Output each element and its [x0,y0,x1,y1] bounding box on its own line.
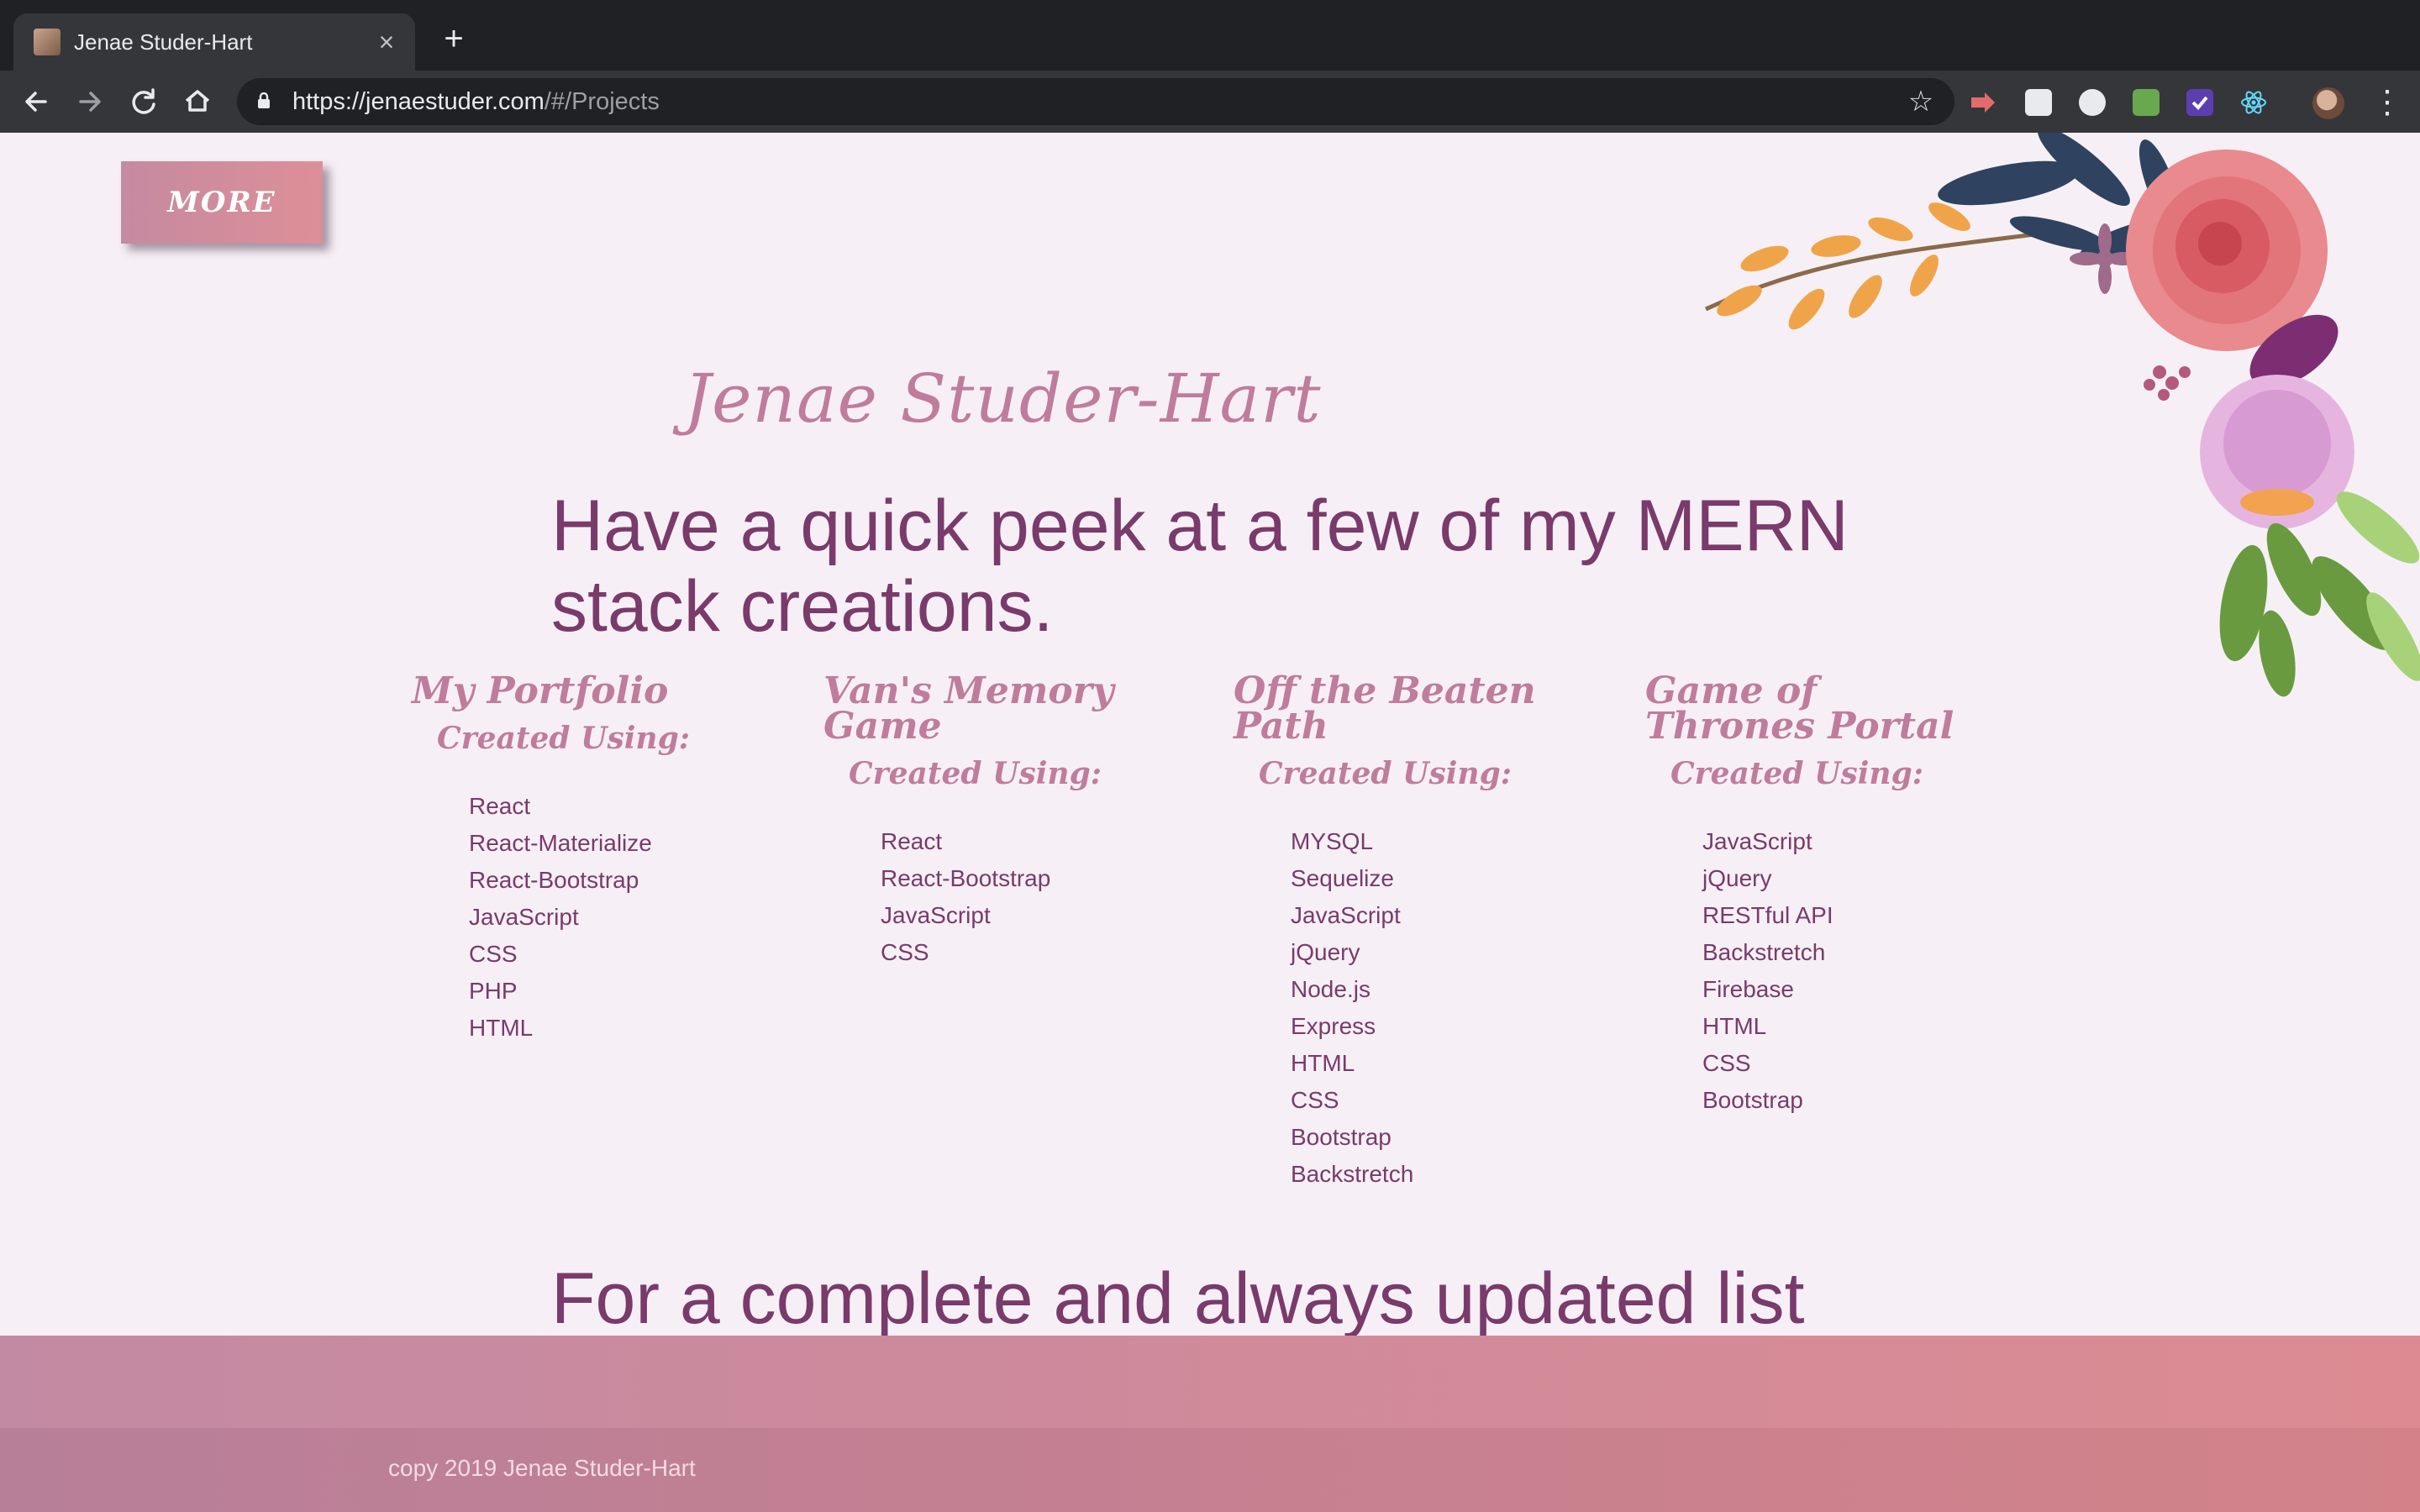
page-headline: Have a quick peek at a few of my MERN st… [551,486,1849,647]
favicon-icon [34,29,60,55]
project-title[interactable]: Van's Memory Game [823,673,1218,745]
copyright-text: copy 2019 Jenae Studer-Hart [388,1455,696,1481]
tech-item: JavaScript [881,902,991,928]
extension-page-icon[interactable] [2025,89,2052,116]
tech-item: CSS [881,939,929,965]
browser-toolbar: https://jenaestuder.com/#/Projects ☆ ⋮ [0,71,2420,133]
new-tab-button[interactable]: + [437,22,471,55]
extension-arrow-icon[interactable] [1970,89,1996,116]
address-bar[interactable]: https://jenaestuder.com/#/Projects ☆ [237,78,1954,125]
profile-avatar[interactable] [2312,87,2344,119]
created-using-label: Created Using: [1259,756,1512,791]
tech-item: jQuery [1702,865,1772,891]
footer-band [0,1336,2420,1428]
tech-item: Node.js [1291,976,1370,1002]
more-button[interactable]: MORE [121,161,323,244]
url-host: https://jenaestuder.com [292,88,544,115]
tech-item: React-Bootstrap [881,865,1051,891]
tech-list: React React-Materialize React-Bootstrap … [469,788,807,1047]
tech-list: JavaScript jQuery RESTful API Backstretc… [1702,823,1981,1119]
created-using-label: Created Using: [437,721,691,756]
tech-item: JavaScript [1291,902,1401,928]
project-card: Van's Memory Game Created Using: React R… [823,673,1218,971]
extension-circle-icon[interactable] [2079,89,2106,116]
browser-tab-strip: Jenae Studer-Hart × + [0,0,2420,71]
project-card: Off the Beaten Path Created Using: MYSQL… [1234,673,1628,1193]
reload-icon[interactable] [124,82,163,121]
back-icon[interactable] [17,82,55,121]
home-icon[interactable] [178,82,217,121]
project-title[interactable]: Off the Beaten Path [1234,673,1628,745]
tech-item: jQuery [1291,939,1360,965]
lock-icon [258,92,270,108]
project-card: Game of Thrones Portal Created Using: Ja… [1645,673,1981,1119]
tech-item: Bootstrap [1291,1124,1392,1150]
tech-item: HTML [469,1015,534,1041]
created-using-label: Created Using: [1670,756,1924,791]
footer [0,1428,2420,1512]
url-text: https://jenaestuder.com/#/Projects [292,88,660,115]
tech-item: JavaScript [1702,828,1812,854]
tech-item: React [469,793,531,819]
tech-item: JavaScript [469,904,579,930]
url-path: /#/Projects [544,88,660,115]
tech-item: HTML [1291,1050,1355,1076]
menu-kebab-icon[interactable]: ⋮ [2371,84,2403,121]
tech-item: React [881,828,943,854]
tech-item: PHP [469,978,518,1004]
tech-item: HTML [1702,1013,1767,1039]
tech-item: React-Bootstrap [469,867,639,893]
project-title[interactable]: My Portfolio [412,673,807,710]
tech-item: CSS [469,941,518,967]
bookmark-star-icon[interactable]: ☆ [1904,85,1938,118]
tech-list: MYSQL Sequelize JavaScript jQuery Node.j… [1291,823,1628,1193]
tech-item: CSS [1702,1050,1751,1076]
extension-check-icon[interactable] [2186,89,2213,116]
complete-list-heading: For a complete and always updated list [551,1258,1805,1339]
browser-tab[interactable]: Jenae Studer-Hart × [13,13,415,71]
close-tab-icon[interactable]: × [370,25,403,59]
tech-item: Backstretch [1291,1161,1414,1187]
tech-item: CSS [1291,1087,1339,1113]
tab-title: Jenae Studer-Hart [74,29,253,55]
extension-cors-icon[interactable] [2133,89,2160,116]
forward-icon[interactable] [71,82,109,121]
extension-react-icon[interactable] [2240,89,2267,116]
project-card: My Portfolio Created Using: React React-… [412,673,807,1047]
project-title[interactable]: Game of Thrones Portal [1645,673,1981,745]
tech-item: Backstretch [1702,939,1826,965]
tech-item: Firebase [1702,976,1794,1002]
tech-item: RESTful API [1702,902,1833,928]
tech-list: React React-Bootstrap JavaScript CSS [881,823,1218,971]
tech-item: Bootstrap [1702,1087,1803,1113]
tech-item: React-Materialize [469,830,652,856]
site-title: Jenae Studer-Hart [684,360,1322,438]
page-content: MORE Jenae Studer-Hart Have a quick peek… [0,133,2420,1512]
tech-item: Sequelize [1291,865,1394,891]
tech-item: MYSQL [1291,828,1374,854]
tech-item: Express [1291,1013,1376,1039]
created-using-label: Created Using: [849,756,1102,791]
